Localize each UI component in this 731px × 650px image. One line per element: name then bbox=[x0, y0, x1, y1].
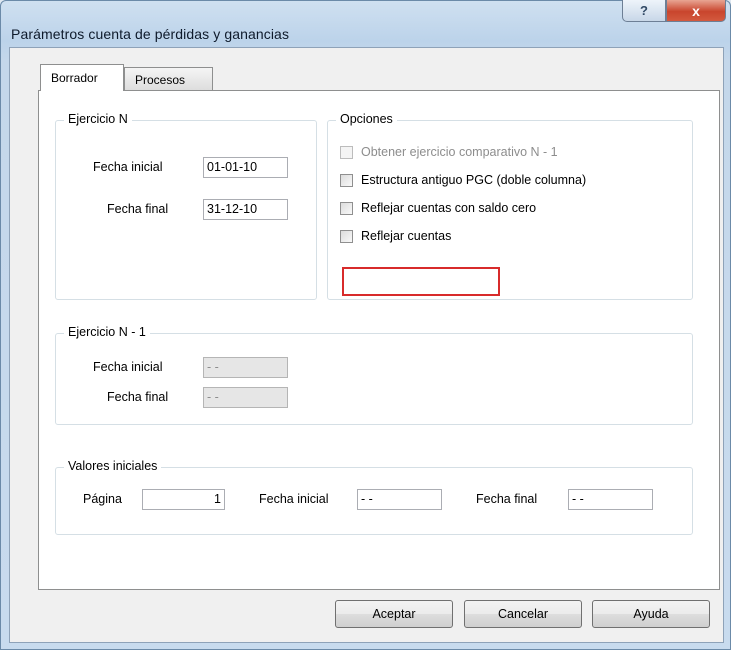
checkbox-label: Obtener ejercicio comparativo N - 1 bbox=[361, 145, 558, 159]
group-opciones-legend: Opciones bbox=[336, 112, 397, 126]
group-ejercicio-n-1: Ejercicio N - 1 Fecha inicial - - Fecha … bbox=[55, 325, 693, 425]
dialog-window: Parámetros cuenta de pérdidas y ganancia… bbox=[0, 0, 731, 650]
valores-fecha-inicial-input[interactable]: - - bbox=[357, 489, 442, 510]
checkbox-box bbox=[340, 145, 353, 159]
checkbox-reflejar-saldo-cero[interactable]: Reflejar cuentas con saldo cero bbox=[340, 201, 536, 215]
group-ejercicio-n-legend: Ejercicio N bbox=[64, 112, 132, 126]
aceptar-button[interactable]: Aceptar bbox=[335, 600, 453, 628]
fecha-inicial-input[interactable]: 01-01-10 bbox=[203, 157, 288, 178]
valores-fecha-final-input[interactable]: - - bbox=[568, 489, 653, 510]
question-icon: ? bbox=[640, 3, 648, 18]
close-icon: x bbox=[692, 2, 700, 19]
fecha-final-n1-label: Fecha final bbox=[107, 390, 169, 404]
tab-procesos[interactable]: Procesos bbox=[124, 67, 213, 91]
checkbox-estructura-antiguo-pgc[interactable]: Estructura antiguo PGC (doble columna) bbox=[340, 173, 586, 187]
pagina-label: Página bbox=[83, 492, 122, 506]
highlight-box bbox=[342, 267, 500, 296]
ayuda-button[interactable]: Ayuda bbox=[592, 600, 710, 628]
checkbox-box bbox=[340, 201, 353, 215]
cancelar-button[interactable]: Cancelar bbox=[464, 600, 582, 628]
fecha-inicial-n1-label: Fecha inicial bbox=[93, 360, 163, 374]
dialog-client: Borrador Procesos Ejercicio N Fecha inic… bbox=[9, 47, 724, 643]
valores-fecha-final-label: Fecha final bbox=[476, 492, 538, 506]
group-valores-iniciales-legend: Valores iniciales bbox=[64, 459, 162, 473]
fecha-final-label: Fecha final bbox=[107, 202, 169, 216]
fecha-inicial-n1-input: - - bbox=[203, 357, 288, 378]
window-title: Parámetros cuenta de pérdidas y ganancia… bbox=[11, 26, 290, 42]
tab-borrador[interactable]: Borrador bbox=[40, 64, 124, 91]
title-bar: Parámetros cuenta de pérdidas y ganancia… bbox=[1, 0, 730, 47]
fecha-final-input[interactable]: 31-12-10 bbox=[203, 199, 288, 220]
help-title-button[interactable]: ? bbox=[622, 0, 666, 22]
checkbox-reflejar-cuentas[interactable]: Reflejar cuentas bbox=[340, 229, 451, 243]
fecha-inicial-label: Fecha inicial bbox=[93, 160, 163, 174]
checkbox-label: Reflejar cuentas bbox=[361, 229, 452, 243]
tab-borrador-label: Borrador bbox=[51, 71, 98, 85]
checkbox-label: Reflejar cuentas con saldo cero bbox=[361, 201, 537, 215]
close-button[interactable]: x bbox=[666, 0, 726, 22]
valores-fecha-inicial-label: Fecha inicial bbox=[259, 492, 329, 506]
group-ejercicio-n-1-legend: Ejercicio N - 1 bbox=[64, 325, 150, 339]
checkbox-label: Estructura antiguo PGC (doble columna) bbox=[361, 173, 587, 187]
tab-procesos-label: Procesos bbox=[135, 72, 186, 87]
group-valores-iniciales: Valores iniciales Página 1 Fecha inicial… bbox=[55, 459, 693, 535]
pagina-input[interactable]: 1 bbox=[142, 489, 225, 510]
tab-panel-borrador: Ejercicio N Fecha inicial 01-01-10 Fecha… bbox=[38, 90, 720, 590]
checkbox-box bbox=[340, 229, 353, 243]
checkbox-box bbox=[340, 173, 353, 187]
checkbox-obtener-comparativo[interactable]: Obtener ejercicio comparativo N - 1 bbox=[340, 145, 558, 159]
fecha-final-n1-input: - - bbox=[203, 387, 288, 408]
group-ejercicio-n: Ejercicio N Fecha inicial 01-01-10 Fecha… bbox=[55, 112, 317, 300]
